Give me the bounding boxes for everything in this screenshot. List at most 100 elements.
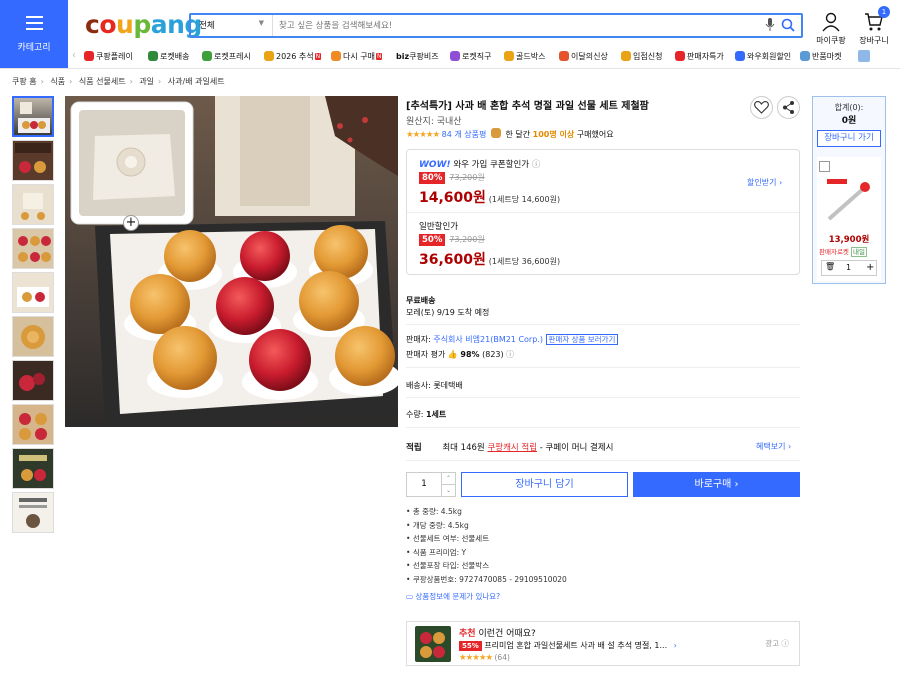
info-icon[interactable]: ⓘ: [532, 160, 541, 170]
trash-icon[interactable]: 🗑: [825, 262, 835, 271]
nav-item[interactable]: biz쿠팡비즈: [396, 51, 439, 62]
seller-rating-count: (823): [482, 350, 504, 359]
nav-item[interactable]: 반품마켓: [800, 51, 841, 62]
thumbnail-3[interactable]: [12, 184, 54, 225]
thumbnail-9[interactable]: [12, 448, 54, 489]
search-icon[interactable]: [781, 18, 795, 32]
nav-item-label: 쿠팡비즈: [409, 52, 439, 61]
quantity-input[interactable]: 1: [407, 479, 441, 489]
product-title: [추석특가] 사과 배 혼합 추석 명절 과일 선물 세트 제철팜: [406, 101, 649, 112]
recommend-product[interactable]: 55% 프리미엄 혼합 과일선물세트 사과 배 설 추석 명절, 1... ›: [459, 640, 677, 651]
thumbnail-1[interactable]: [12, 96, 54, 137]
cash-link[interactable]: 쿠팡캐시 적립: [487, 443, 537, 453]
nav-item[interactable]: 2026 추석 N: [264, 51, 322, 62]
nav-item[interactable]: 입점신청: [621, 51, 662, 62]
thumbnail-8[interactable]: [12, 404, 54, 445]
ad-text: 광고: [765, 639, 780, 648]
chat-icon: ▭: [406, 592, 414, 601]
seller-products-button[interactable]: 판매자 상품 보러가기: [545, 334, 619, 345]
microphone-icon[interactable]: [765, 18, 775, 32]
nav-prev-icon[interactable]: ‹: [72, 50, 76, 61]
thumbnail-4[interactable]: [12, 228, 54, 269]
side-item-image[interactable]: [823, 175, 875, 227]
spec-item: 식품 프리미엄: Y: [406, 547, 567, 558]
product-rating: ★★★★★ 84 개 상품평 한 달간 100명 이상 구매했어요: [406, 128, 614, 140]
buy-now-button[interactable]: 바로구매 ›: [633, 472, 800, 497]
breadcrumb-item[interactable]: 사과/배 과일세트: [168, 77, 225, 86]
nav-item[interactable]: 판매자특가: [675, 51, 724, 62]
cart-button[interactable]: 1 장바구니: [852, 6, 896, 46]
nav-item[interactable]: 쿠팡플레이: [84, 51, 133, 62]
quantity-stepper[interactable]: 1 ⌃ ⌄: [406, 472, 456, 497]
main-product-image[interactable]: +: [65, 96, 398, 427]
search-input[interactable]: [279, 17, 739, 34]
nav-item-label: 골드박스: [516, 52, 546, 61]
nav-more-icon[interactable]: [858, 50, 870, 62]
share-icon: [783, 101, 794, 114]
mycoupang-button[interactable]: 마이쿠팡: [809, 12, 853, 46]
wow-price: 14,600원: [419, 190, 486, 206]
normal-price: 36,600원: [419, 252, 486, 268]
mycoupang-label: 마이쿠팡: [816, 36, 846, 45]
wow-price-label: 와우 가입 쿠폰할인가: [453, 160, 530, 170]
nav-item-label: 로켓직구: [462, 52, 492, 61]
breadcrumb-item[interactable]: 과일: [139, 77, 154, 86]
increase-icon[interactable]: ⌃: [441, 473, 455, 485]
recommendation-card[interactable]: 추천 이런건 어때요? 55% 프리미엄 혼합 과일선물세트 사과 배 설 추석…: [406, 621, 800, 666]
coupang-logo[interactable]: coupang: [85, 10, 202, 39]
thumbnail-5[interactable]: [12, 272, 54, 313]
review-count-link[interactable]: 84 개 상품평: [442, 130, 487, 139]
thumbnail-7[interactable]: [12, 360, 54, 401]
seller-link[interactable]: 주식회사 비엠21(BM21 Corp.): [433, 335, 543, 344]
thumbnail-10[interactable]: [12, 492, 54, 533]
nav-item[interactable]: 와우회원할인: [735, 51, 791, 62]
section-divider: [406, 460, 800, 461]
report-issue-link[interactable]: ▭ 상품정보에 문제가 있나요?: [406, 591, 500, 602]
info-icon[interactable]: ⓘ: [506, 350, 514, 359]
seller-label: 판매자:: [406, 335, 431, 344]
breadcrumb-item[interactable]: 식품: [50, 77, 65, 86]
section-divider: [406, 367, 800, 368]
wishlist-button[interactable]: [750, 96, 773, 119]
normal-original-price: 73,200원: [449, 235, 485, 244]
nav-item-icon: [800, 51, 810, 61]
search-scope-select[interactable]: 전체 ▼: [191, 15, 273, 36]
search-bar: 전체 ▼: [189, 13, 803, 38]
search-scope-value: 전체: [199, 21, 215, 31]
breadcrumb-item[interactable]: 식품 선물세트: [79, 77, 126, 86]
nav-item[interactable]: 로켓프레시: [202, 51, 251, 62]
item-checkbox[interactable]: [819, 161, 830, 172]
chevron-right-icon[interactable]: ›: [674, 641, 677, 650]
nav-item[interactable]: 이달의신상: [559, 51, 608, 62]
carrier: 배송사: 롯데택배: [406, 381, 463, 390]
add-to-cart-button[interactable]: 장바구니 담기: [461, 472, 628, 497]
side-cart-item: 13,900원 판매자로켓 내일 🗑 1 +: [817, 157, 881, 281]
seller-rating-value: 98%: [460, 350, 480, 359]
wow-discount-badge: 80%: [419, 172, 446, 184]
decrease-icon[interactable]: ⌄: [441, 485, 455, 497]
share-button[interactable]: [777, 96, 800, 119]
thumbnail-6[interactable]: [12, 316, 54, 357]
recommend-thumbnail[interactable]: [415, 626, 451, 662]
go-to-cart-button[interactable]: 장바구니 가기: [817, 130, 881, 147]
nav-item[interactable]: 로켓배송: [148, 51, 189, 62]
nav-item-label: 판매자특가: [687, 52, 724, 61]
ad-label[interactable]: 광고 ⓘ: [765, 638, 789, 649]
nav-item[interactable]: 다시 구매 N: [331, 51, 383, 62]
benefits-button[interactable]: 혜택보기 ›: [756, 441, 791, 452]
zoom-plus-icon[interactable]: +: [123, 215, 139, 231]
category-nav-bar: ‹ 쿠팡플레이 로켓배송 로켓프레시 2026 추석 N 다시 구매 N biz쿠팡비즈 로켓직…: [68, 46, 900, 68]
nav-item[interactable]: 로켓직구: [450, 51, 491, 62]
breadcrumb-item[interactable]: 쿠팡 홈: [12, 77, 37, 86]
thumbnail-2[interactable]: [12, 140, 54, 181]
nav-item[interactable]: 골드박스: [504, 51, 545, 62]
thumbs-up-icon: 👍: [447, 350, 458, 359]
product-origin: 원산지: 국내산: [406, 117, 462, 127]
cart-sum-label: 합계(0):: [834, 103, 864, 112]
bought-count: 100명 이상: [532, 130, 575, 139]
category-menu-button[interactable]: 카테고리: [0, 0, 68, 68]
coupon-button[interactable]: 할인받기 ›: [747, 177, 782, 188]
report-issue-label: 상품정보에 문제가 있나요?: [415, 592, 501, 601]
price-divider: [407, 212, 799, 213]
plus-icon[interactable]: +: [866, 262, 874, 273]
